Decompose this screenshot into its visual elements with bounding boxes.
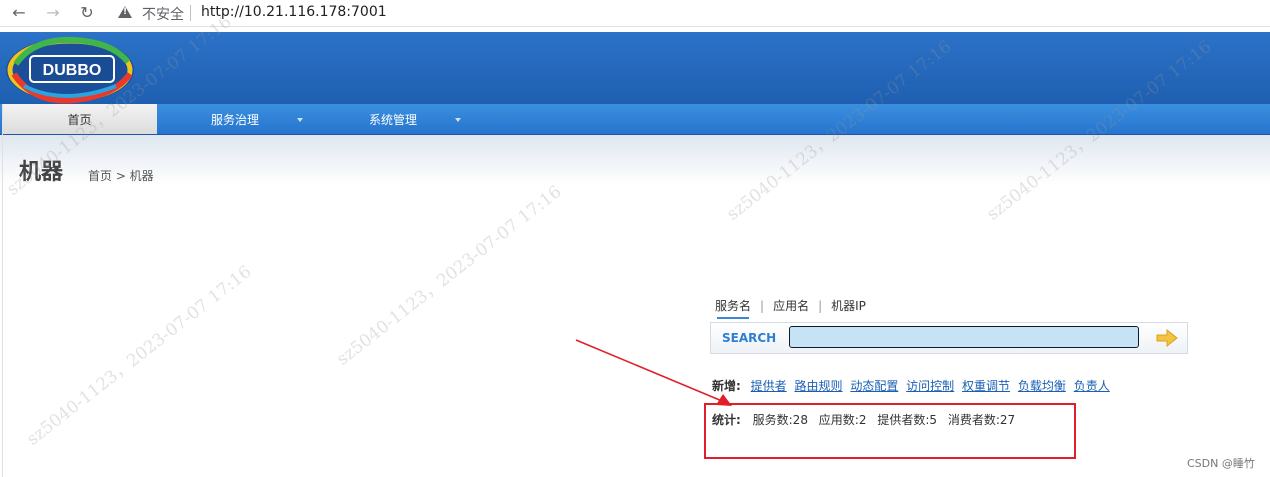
page-header-band [0, 135, 1270, 185]
arrow-right-icon[interactable] [1155, 329, 1179, 347]
nav-service-governance[interactable]: 服务治理 [170, 104, 300, 134]
logo-text: DUBBO [43, 62, 102, 79]
insecure-label[interactable]: 不安全 [142, 4, 184, 24]
search-input[interactable] [789, 326, 1139, 348]
url-divider [190, 5, 191, 21]
nav-home[interactable]: 首页 [2, 104, 157, 134]
tab-service-name[interactable]: 服务名 [715, 297, 751, 319]
tab-machine-ip[interactable]: 机器IP [831, 297, 866, 314]
search-tabs: 服务名 | 应用名 | 机器IP [715, 297, 866, 319]
address-bar[interactable]: http://10.21.116.178:7001 [201, 4, 387, 20]
browser-toolbar: ← → ↻ 不安全 http://10.21.116.178:7001 [0, 0, 1270, 27]
tab-separator: | [818, 299, 823, 313]
forward-button[interactable]: → [42, 2, 64, 24]
app-header [0, 32, 1270, 104]
main-navbar: 首页 服务治理 系统管理 [0, 104, 1270, 135]
back-button[interactable]: ← [8, 2, 30, 24]
content-border [2, 104, 3, 477]
page-title: 机器 [19, 160, 64, 185]
annotation-arrow [575, 339, 732, 406]
tab-separator: | [760, 299, 765, 313]
dubbo-logo[interactable]: DUBBO [4, 34, 144, 104]
reload-button[interactable]: ↻ [76, 2, 98, 24]
annotation-highlight-box [704, 403, 1076, 459]
watermark: sz5040-1123，2023-07-07 17:16 [23, 261, 256, 450]
chevron-down-icon[interactable] [297, 118, 303, 122]
breadcrumb[interactable]: 首页 > 机器 [88, 167, 154, 184]
watermark: sz5040-1123，2023-07-07 17:16 [333, 181, 566, 370]
quick-add-links: 新增: 提供者 路由规则 动态配置 访问控制 权重调节 负载均衡 负责人 [712, 377, 1114, 394]
tab-app-name[interactable]: 应用名 [773, 297, 809, 314]
link-provider[interactable]: 提供者 [751, 379, 787, 393]
search-bar: SEARCH [710, 322, 1188, 354]
link-access-control[interactable]: 访问控制 [906, 379, 954, 393]
csdn-credit: CSDN @睡竹 [1187, 457, 1255, 470]
chevron-down-icon[interactable] [455, 118, 461, 122]
link-owner[interactable]: 负责人 [1074, 379, 1110, 393]
nav-system-management[interactable]: 系统管理 [328, 104, 458, 134]
link-dynamic-config[interactable]: 动态配置 [850, 379, 898, 393]
warning-icon[interactable] [118, 6, 132, 18]
link-load-balance[interactable]: 负载均衡 [1018, 379, 1066, 393]
link-weight-adjust[interactable]: 权重调节 [962, 379, 1010, 393]
link-route-rule[interactable]: 路由规则 [794, 379, 842, 393]
